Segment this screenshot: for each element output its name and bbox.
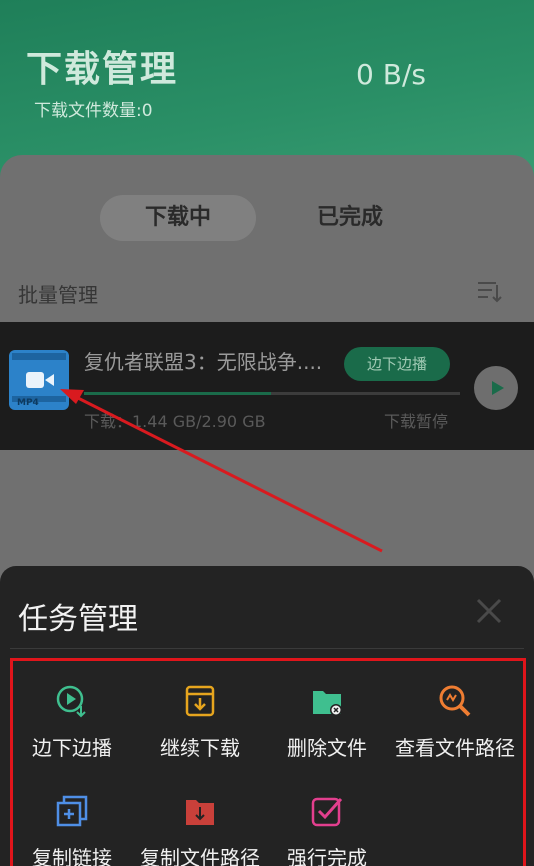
page-title: 下载管理: [26, 49, 179, 90]
action-copy-link[interactable]: 复制链接: [7, 794, 137, 866]
batch-manage-button[interactable]: 批量管理: [18, 279, 98, 308]
resume-play-button[interactable]: [474, 366, 518, 410]
task-panel: 任务管理 边下边播 继续下载 删除文件 查看文件路径 复制链接 复制文件路径 强…: [0, 566, 534, 866]
action-label: 复制链接: [32, 846, 112, 866]
progress-bar: [84, 392, 460, 395]
progress-fill: [84, 392, 271, 395]
action-stream-play[interactable]: 边下边播: [7, 684, 137, 761]
action-view-path[interactable]: 查看文件路径: [390, 684, 520, 761]
copy-link-icon: [56, 795, 88, 827]
copy-path-icon: [186, 800, 214, 825]
panel-divider: [10, 648, 524, 649]
tab-completed[interactable]: 已完成: [280, 195, 420, 241]
download-item[interactable]: MP4 复仇者联盟3：无限战争.... 边下边播 下载：1.44 GB/2.90…: [0, 322, 534, 450]
download-status: 下载暂停: [384, 412, 449, 431]
force-complete-icon: [311, 797, 343, 827]
action-label: 继续下载: [160, 736, 240, 760]
panel-title: 任务管理: [18, 602, 138, 637]
action-resume-download[interactable]: 继续下载: [135, 684, 265, 761]
download-speed: 0 B/s: [356, 58, 426, 91]
tab-downloading[interactable]: 下载中: [100, 195, 256, 241]
play-icon: [492, 381, 504, 395]
action-label: 复制文件路径: [140, 846, 260, 866]
action-label: 强行完成: [287, 846, 367, 866]
format-label: MP4: [17, 398, 39, 408]
file-name: 复仇者联盟3：无限战争....: [84, 350, 323, 374]
close-icon[interactable]: [474, 596, 504, 626]
file-count: 下载文件数量:0: [34, 101, 153, 121]
tab-bar: 下载中 已完成: [0, 195, 534, 245]
video-thumbnail[interactable]: MP4: [9, 350, 69, 410]
stream-play-button[interactable]: 边下边播: [344, 347, 450, 381]
action-label: 边下边播: [32, 736, 112, 760]
action-copy-path[interactable]: 复制文件路径: [135, 794, 265, 866]
play-download-icon: [56, 685, 86, 718]
action-delete-file[interactable]: 删除文件: [262, 684, 392, 761]
search-path-icon: [439, 685, 471, 717]
resume-download-icon: [185, 685, 215, 717]
download-size: 下载：1.44 GB/2.90 GB: [84, 412, 266, 431]
action-force-complete[interactable]: 强行完成: [262, 794, 392, 866]
action-label: 查看文件路径: [395, 736, 515, 760]
delete-folder-icon: [313, 691, 342, 716]
action-label: 删除文件: [287, 736, 367, 760]
sort-icon[interactable]: [476, 279, 502, 305]
